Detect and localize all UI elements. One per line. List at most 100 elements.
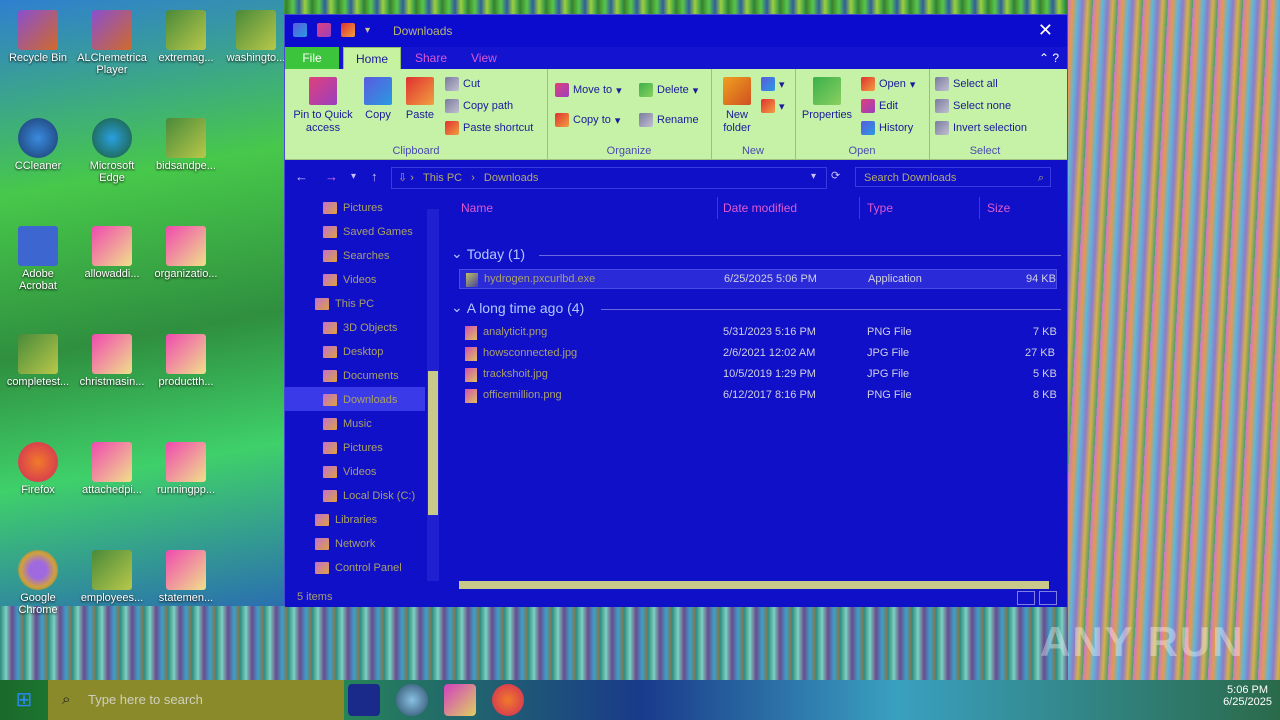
up-arrow-icon[interactable]: ↑ bbox=[371, 169, 378, 184]
desktop-icon-file[interactable]: statemen... bbox=[150, 550, 222, 604]
breadcrumb-downloads[interactable]: Downloads bbox=[484, 172, 538, 184]
nav-scrollbar[interactable] bbox=[427, 209, 439, 581]
file-row[interactable]: trackshoit.jpg 10/5/2019 1:29 PM JPG Fil… bbox=[459, 365, 1057, 385]
collapse-ribbon-icon[interactable]: ⌃ ? bbox=[1039, 51, 1059, 65]
file-row[interactable]: hydrogen.pxcurlbd.exe 6/25/2025 5:06 PM … bbox=[459, 269, 1057, 289]
nav-item-local-disk[interactable]: Local Disk (C:) bbox=[323, 485, 415, 507]
desktop-icon-chrome[interactable]: Google Chrome bbox=[2, 550, 74, 616]
nav-item-documents[interactable]: Documents bbox=[323, 365, 399, 387]
tab-home[interactable]: Home bbox=[343, 47, 402, 70]
nav-item-network[interactable]: Network bbox=[315, 533, 375, 555]
column-separator[interactable] bbox=[717, 197, 718, 219]
details-view-icon[interactable] bbox=[1017, 591, 1035, 605]
desktop-icon-file[interactable]: employees... bbox=[76, 550, 148, 604]
search-input[interactable]: Search Downloads ⌕ bbox=[855, 167, 1051, 187]
edge-taskbar-icon[interactable] bbox=[396, 684, 428, 716]
nav-item-music[interactable]: Music bbox=[323, 413, 372, 435]
nav-scrollbar-thumb[interactable] bbox=[428, 371, 438, 515]
copy-button[interactable]: Copy bbox=[361, 77, 395, 122]
move-to-button[interactable]: Move to ▾ bbox=[555, 83, 622, 97]
system-tray-clock[interactable]: 5:06 PM 6/25/2025 bbox=[1223, 684, 1272, 708]
new-folder-button[interactable]: New folder bbox=[717, 77, 757, 135]
refresh-icon[interactable]: ⟳ bbox=[831, 169, 840, 182]
properties-button[interactable]: Properties bbox=[799, 77, 855, 122]
desktop-icon-file[interactable]: runningpp... bbox=[150, 442, 222, 496]
delete-button[interactable]: Delete ▾ bbox=[639, 83, 698, 97]
new-folder-icon[interactable] bbox=[341, 23, 355, 37]
desktop-icon-file[interactable]: attachedpi... bbox=[76, 442, 148, 496]
desktop-icon-file[interactable]: extremag... bbox=[150, 10, 222, 64]
group-header-today[interactable]: ⌄ Today (1) bbox=[451, 245, 525, 262]
nav-item-pictures[interactable]: Pictures bbox=[323, 197, 383, 219]
select-all-button[interactable]: Select all bbox=[935, 77, 998, 91]
nav-item-this-pc[interactable]: This PC bbox=[315, 293, 374, 315]
group-header-long-ago[interactable]: ⌄ A long time ago (4) bbox=[451, 299, 584, 316]
history-button[interactable]: History bbox=[861, 121, 913, 135]
paste-button[interactable]: Paste bbox=[403, 77, 437, 122]
firefox-taskbar-icon[interactable] bbox=[492, 684, 524, 716]
close-icon[interactable]: ✕ bbox=[1038, 20, 1053, 41]
file-row[interactable]: howsconnected.jpg 2/6/2021 12:02 AM JPG … bbox=[459, 344, 1057, 364]
copy-path-button[interactable]: Copy path bbox=[445, 99, 513, 113]
copy-to-button[interactable]: Copy to ▾ bbox=[555, 113, 620, 127]
desktop-icon-file[interactable]: bidsandpe... bbox=[150, 118, 222, 172]
breadcrumb-this-pc[interactable]: This PC bbox=[423, 172, 462, 184]
windows-start-icon[interactable]: ⊞ bbox=[0, 680, 48, 720]
column-header-date[interactable]: Date modified bbox=[723, 201, 797, 215]
taskbar-search-box[interactable]: ⌕ Type here to search bbox=[48, 680, 344, 720]
recent-locations-chevron-icon[interactable]: ▾ bbox=[351, 171, 356, 182]
nav-item-downloads[interactable]: Downloads bbox=[323, 389, 397, 411]
open-button[interactable]: Open ▾ bbox=[861, 77, 915, 91]
pin-to-quick-access-button[interactable]: Pin to Quick access bbox=[291, 77, 355, 135]
address-path[interactable]: ⇩ › This PC › Downloads bbox=[391, 167, 827, 189]
new-item-button[interactable]: ▾ bbox=[761, 77, 785, 91]
desktop-icon-recycle-bin[interactable]: Recycle Bin bbox=[2, 10, 74, 64]
videos-icon bbox=[323, 274, 337, 286]
nav-item-control-panel[interactable]: Control Panel bbox=[315, 557, 402, 579]
invert-selection-button[interactable]: Invert selection bbox=[935, 121, 1027, 135]
tab-file[interactable]: File bbox=[285, 47, 339, 69]
column-separator[interactable] bbox=[979, 197, 980, 219]
task-view-icon[interactable] bbox=[348, 684, 380, 716]
nav-item-libraries[interactable]: Libraries bbox=[315, 509, 377, 531]
column-separator[interactable] bbox=[859, 197, 860, 219]
desktop-icon-acrobat[interactable]: Adobe Acrobat bbox=[2, 226, 74, 292]
desktop-icon-player[interactable]: ALChemetrica Player bbox=[76, 10, 148, 76]
nav-item-pictures-pc[interactable]: Pictures bbox=[323, 437, 383, 459]
column-header-type[interactable]: Type bbox=[867, 201, 893, 215]
column-header-size[interactable]: Size bbox=[987, 201, 1010, 215]
file-row[interactable]: officemillion.png 6/12/2017 8:16 PM PNG … bbox=[459, 386, 1057, 406]
customize-toolbar-chevron-icon[interactable]: ▾ bbox=[365, 25, 370, 36]
column-header-name[interactable]: Name bbox=[461, 201, 493, 215]
desktop-icon-firefox[interactable]: Firefox bbox=[2, 442, 74, 496]
select-none-button[interactable]: Select none bbox=[935, 99, 1011, 113]
file-explorer-taskbar-icon[interactable] bbox=[444, 684, 476, 716]
properties-icon[interactable] bbox=[317, 23, 331, 37]
tab-share[interactable]: Share bbox=[403, 47, 459, 69]
nav-item-searches[interactable]: Searches bbox=[323, 245, 389, 267]
paste-shortcut-button[interactable]: Paste shortcut bbox=[445, 121, 533, 135]
file-row[interactable]: analyticit.png 5/31/2023 5:16 PM PNG Fil… bbox=[459, 323, 1057, 343]
desktop-icon-file[interactable]: completest... bbox=[2, 334, 74, 388]
cut-button[interactable]: Cut bbox=[445, 77, 480, 91]
address-dropdown-icon[interactable]: ▾ bbox=[811, 171, 816, 182]
large-icons-view-icon[interactable] bbox=[1039, 591, 1057, 605]
nav-item-videos-pc[interactable]: Videos bbox=[323, 461, 376, 483]
desktop-icon-file[interactable]: productth... bbox=[150, 334, 222, 388]
forward-arrow-icon[interactable]: → bbox=[325, 169, 338, 184]
rename-button[interactable]: Rename bbox=[639, 113, 699, 127]
nav-item-3d-objects[interactable]: 3D Objects bbox=[323, 317, 397, 339]
easy-access-button[interactable]: ▾ bbox=[761, 99, 785, 113]
back-arrow-icon[interactable]: ← bbox=[295, 169, 308, 184]
nav-item-videos[interactable]: Videos bbox=[323, 269, 376, 291]
desktop-icon-file[interactable]: washingto... bbox=[220, 10, 292, 64]
desktop-icon-ccleaner[interactable]: CCleaner bbox=[2, 118, 74, 172]
desktop-icon-edge[interactable]: Microsoft Edge bbox=[76, 118, 148, 184]
desktop-icon-file[interactable]: organizatio... bbox=[150, 226, 222, 280]
desktop-icon-file[interactable]: christmasin... bbox=[76, 334, 148, 388]
desktop-icon-file[interactable]: allowaddi... bbox=[76, 226, 148, 280]
nav-item-desktop[interactable]: Desktop bbox=[323, 341, 383, 363]
edit-button[interactable]: Edit bbox=[861, 99, 898, 113]
tab-view[interactable]: View bbox=[459, 47, 509, 69]
nav-item-saved-games[interactable]: Saved Games bbox=[323, 221, 413, 243]
